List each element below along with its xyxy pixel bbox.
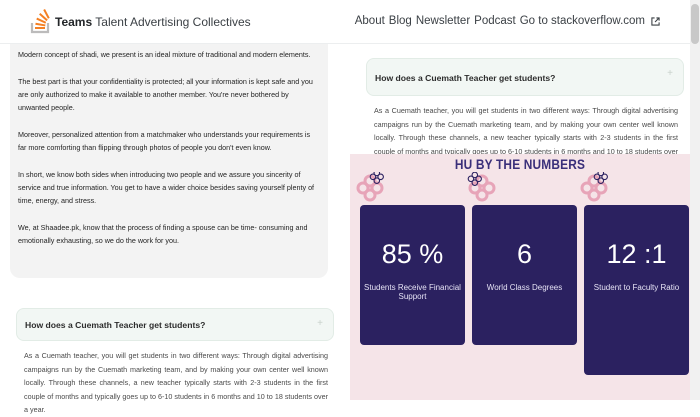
scrollbar-thumb[interactable] xyxy=(691,4,699,44)
nav-newsletter-link[interactable]: Newsletter xyxy=(416,15,470,27)
faq-question-title: How does a Cuemath Teacher get students? xyxy=(25,320,206,330)
external-link-icon[interactable] xyxy=(651,16,660,26)
numbers-section: HU BY THE NUMBERS 85 % Students Receive … xyxy=(350,154,690,400)
vertical-scrollbar[interactable] xyxy=(690,0,700,400)
numbers-section-title: HU BY THE NUMBERS xyxy=(454,156,586,172)
top-navigation-bar: Teams Talent Advertising Collectives Abo… xyxy=(0,0,700,44)
flower-icon xyxy=(467,172,496,202)
stat-label: Student to Faculty Ratio xyxy=(593,283,680,292)
stat-value: 85 % xyxy=(381,239,444,269)
plus-icon[interactable]: + xyxy=(317,318,323,329)
stat-label: World Class Degrees xyxy=(486,283,563,292)
plus-icon[interactable]: + xyxy=(667,68,673,79)
nav-stackoverflow-link[interactable]: Go to stackoverflow.com xyxy=(520,15,645,27)
faq-answer-text: As a Cuemath teacher, you will get stude… xyxy=(24,351,328,414)
nav-about-link[interactable]: About xyxy=(355,15,385,27)
nav-blog-link[interactable]: Blog xyxy=(389,15,412,27)
faq-question-header[interactable]: How does a Cuemath Teacher get students?… xyxy=(16,308,334,341)
flower-icon xyxy=(356,172,384,202)
stat-value: 12 :1 xyxy=(606,239,667,269)
flower-icon xyxy=(580,172,608,202)
nav-links: About Blog Newsletter Podcast Go to stac… xyxy=(355,15,660,27)
stat-card-faculty-ratio: 12 :1 Student to Faculty Ratio xyxy=(584,205,689,375)
about-paragraph-3: Moreover, personalized attention from a … xyxy=(18,130,311,152)
faq-question-title: How does a Cuemath Teacher get students? xyxy=(375,73,556,83)
about-text-card: Modern concept of shadi, we present is a… xyxy=(10,30,328,278)
about-paragraph-2: The best part is that your confidentiali… xyxy=(18,77,313,112)
stat-card-degrees: 6 World Class Degrees xyxy=(472,205,577,345)
stat-label: Students Receive Financial Support xyxy=(364,283,461,301)
about-paragraph-5: We, at Shaadee.pk, know that the process… xyxy=(18,223,308,245)
about-paragraph-4: In short, we know both sides when introd… xyxy=(18,170,315,205)
brand-bold: Teams xyxy=(55,15,93,29)
stat-card-financial-support: 85 % Students Receive Financial Support xyxy=(360,205,465,345)
brand-name[interactable]: Teams Talent Advertising Collectives xyxy=(55,15,251,29)
nav-podcast-link[interactable]: Podcast xyxy=(474,15,516,27)
faq-card-top: How does a Cuemath Teacher get students?… xyxy=(366,58,684,169)
about-paragraph-1: Modern concept of shadi, we present is a… xyxy=(18,50,311,59)
faq-card-bottom: How does a Cuemath Teacher get students?… xyxy=(16,308,334,414)
stat-value: 6 xyxy=(516,239,533,269)
faq-question-header[interactable]: How does a Cuemath Teacher get students?… xyxy=(366,58,684,96)
stackoverflow-logo-icon[interactable] xyxy=(30,8,52,34)
brand-rest: Talent Advertising Collectives xyxy=(95,15,251,29)
